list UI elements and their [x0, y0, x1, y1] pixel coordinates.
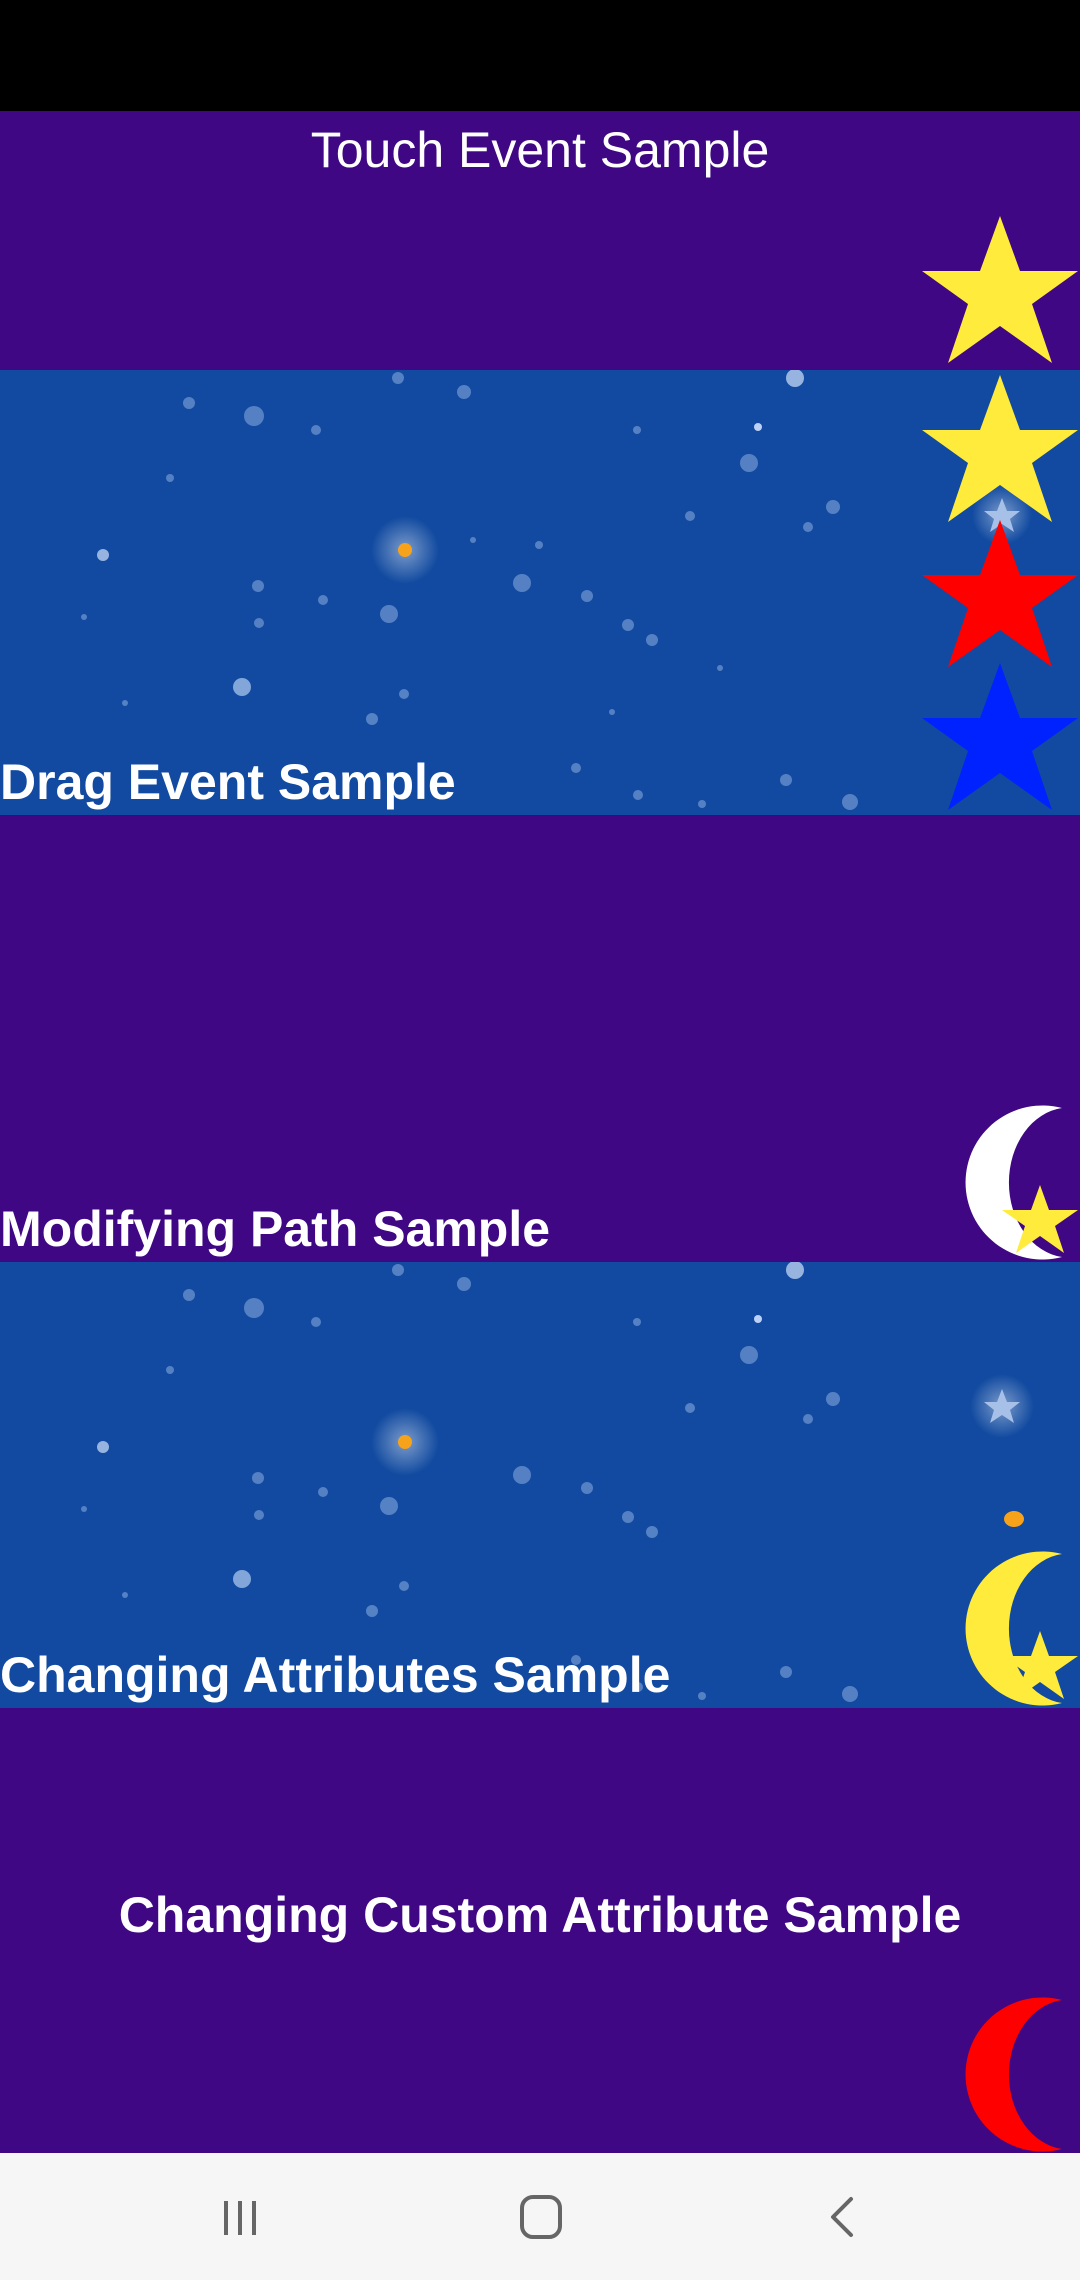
recents-icon	[224, 2201, 256, 2235]
changing-custom-attribute-section[interactable]: Changing Custom Attribute Sample	[0, 1708, 1080, 2153]
drag-event-section[interactable]: Drag Event Sample	[0, 370, 1080, 815]
touch-event-canvas	[922, 216, 1078, 363]
home-button[interactable]	[501, 2177, 581, 2257]
blue-star-icon	[922, 663, 1078, 810]
space-dots	[81, 370, 858, 810]
home-icon	[520, 2195, 562, 2239]
red-moon-icon	[965, 1997, 1062, 2152]
changing-custom-attribute-canvas	[965, 1997, 1062, 2152]
modifying-path-title: Modifying Path Sample	[0, 1201, 551, 1257]
red-star-icon	[922, 520, 1078, 667]
orange-planet-dot	[1004, 1511, 1024, 1527]
orange-star-dot	[398, 1435, 412, 1449]
drag-event-canvas	[81, 370, 1078, 810]
touch-event-section[interactable]: Touch Event Sample	[0, 111, 1080, 370]
changing-attributes-canvas	[81, 1262, 1078, 1706]
yellow-star-icon	[922, 216, 1078, 363]
changing-attributes-title: Changing Attributes Sample	[0, 1647, 671, 1703]
orange-star-dot	[398, 543, 412, 557]
changing-attributes-section[interactable]: Changing Attributes Sample	[0, 1262, 1080, 1708]
back-icon	[831, 2197, 853, 2237]
status-bar	[0, 0, 1080, 111]
modifying-path-section[interactable]: Modifying Path Sample	[0, 815, 1080, 1262]
navigation-bar	[0, 2153, 1080, 2280]
back-button[interactable]	[803, 2177, 883, 2257]
recents-button[interactable]	[200, 2177, 280, 2257]
modifying-path-canvas	[965, 1105, 1078, 1260]
drag-event-title: Drag Event Sample	[0, 754, 456, 810]
space-dots	[81, 1262, 858, 1702]
